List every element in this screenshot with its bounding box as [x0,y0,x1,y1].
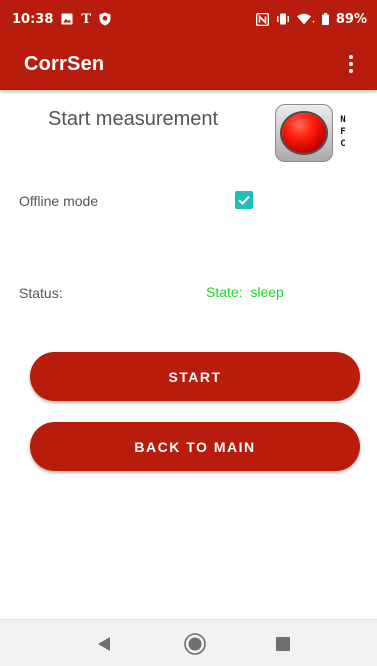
image-icon [61,13,73,25]
offline-mode-checkbox[interactable] [235,191,253,209]
system-nav-bar [0,619,377,666]
phone-screen: 10:38 T 89% CorrSen Start measurement N … [0,0,377,666]
home-circle-icon[interactable] [183,632,207,656]
nfc-widget: N F C [275,104,355,164]
overflow-dot [349,69,353,73]
battery-percent: 89% [335,11,367,27]
red-record-button-icon [282,113,326,153]
nfc-icon [255,12,269,26]
nfc-letter: N [340,115,346,125]
overflow-dot [349,62,353,66]
wifi-icon [296,13,315,25]
status-bar-right: 89% [255,11,367,27]
back-to-main-button[interactable]: BACK TO MAIN [30,422,360,471]
status-time: 10:38 [12,11,54,27]
carrier-t-icon: T [81,11,92,27]
nfc-letters: N F C [338,114,348,150]
overflow-menu-icon[interactable] [339,49,363,79]
check-icon [238,195,250,206]
recents-square-icon[interactable] [271,632,295,656]
offline-mode-label: Offline mode [19,193,99,209]
back-triangle-icon[interactable] [92,632,116,656]
app-bar: CorrSen [0,38,377,90]
nfc-letter: C [340,139,346,149]
shield-icon [99,12,111,26]
start-button[interactable]: START [30,352,360,401]
page-heading: Start measurement [48,108,219,130]
overflow-dot [349,55,353,59]
status-value: State: sleep [206,284,284,300]
nfc-record-button[interactable] [275,104,333,162]
status-bar-left: 10:38 T [12,12,111,27]
nfc-letter: F [340,127,346,137]
status-label: Status: [19,285,63,301]
app-title: CorrSen [24,52,105,75]
vibrate-icon [276,13,290,25]
status-bar: 10:38 T 89% [0,0,377,38]
battery-icon [321,13,329,25]
